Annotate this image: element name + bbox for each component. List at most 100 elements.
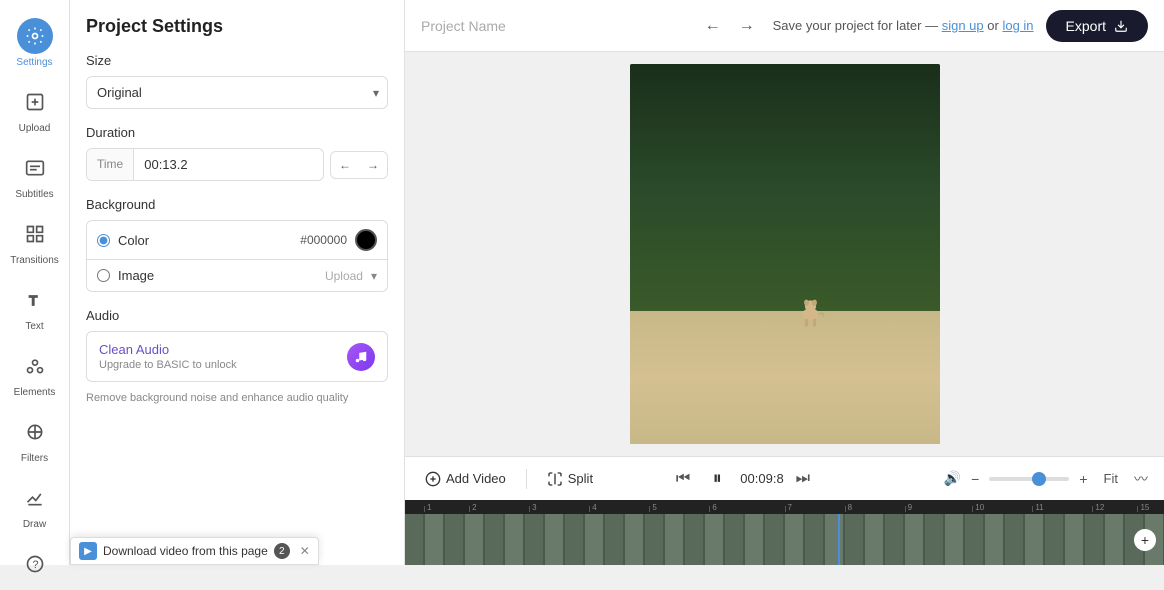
zoom-slider[interactable] bbox=[989, 477, 1069, 481]
bg-image-radio[interactable] bbox=[97, 269, 110, 282]
video-clip[interactable] bbox=[405, 514, 1164, 565]
sidebar-draw-label: Draw bbox=[23, 519, 46, 530]
timeline-add-button[interactable]: + bbox=[1134, 529, 1156, 551]
settings-icon-circle bbox=[17, 18, 53, 54]
download-text: Download video from this page bbox=[103, 544, 268, 558]
clean-audio-icon bbox=[347, 343, 375, 371]
audio-subtitle: Upgrade to BASIC to unlock bbox=[99, 359, 337, 371]
audio-clean-panel[interactable]: Clean Audio Upgrade to BASIC to unlock bbox=[86, 331, 388, 382]
add-video-button[interactable]: Add Video bbox=[417, 467, 514, 491]
duration-label: Duration bbox=[86, 125, 388, 140]
skip-forward-button[interactable]: ⏭ bbox=[792, 466, 814, 492]
duration-arrows: ← → bbox=[330, 151, 388, 179]
undo-redo-group: ← → bbox=[699, 11, 761, 41]
split-button[interactable]: Split bbox=[539, 467, 601, 491]
duration-plus-button[interactable]: → bbox=[359, 152, 387, 178]
download-number-badge: 2 bbox=[274, 543, 290, 559]
top-bar: Project Name ← → Save your project for l… bbox=[405, 0, 1164, 52]
sidebar-item-text[interactable]: T Text bbox=[0, 274, 69, 340]
playback-controls: ⏮ ⏸ 00:09:8 ⏭ bbox=[672, 464, 814, 494]
time-label: Time bbox=[87, 149, 134, 180]
elements-icon-circle bbox=[17, 348, 53, 384]
sidebar-settings-label: Settings bbox=[16, 57, 52, 68]
draw-icon-circle bbox=[17, 480, 53, 516]
bg-upload-button[interactable]: Upload bbox=[325, 269, 363, 283]
sidebar: Settings Upload Subtitles bbox=[0, 0, 70, 565]
log-in-link[interactable]: log in bbox=[1002, 18, 1033, 33]
ruler-marks: 1 2 3 4 5 6 7 8 9 10 11 12 15 bbox=[409, 500, 1160, 514]
timeline-ruler: 1 2 3 4 5 6 7 8 9 10 11 12 15 bbox=[405, 500, 1164, 514]
size-select[interactable]: Original 16:9 9:16 1:1 bbox=[87, 77, 387, 108]
add-video-label: Add Video bbox=[446, 471, 506, 486]
sidebar-text-label: Text bbox=[25, 321, 43, 332]
time-value: 00:13.2 bbox=[134, 149, 197, 180]
volume-icon[interactable]: 🔊 bbox=[944, 470, 961, 487]
audio-title: Clean Audio bbox=[99, 342, 337, 357]
bg-image-label: Image bbox=[118, 268, 154, 283]
timeline-track[interactable]: + bbox=[405, 514, 1164, 565]
help-icon-circle: ? bbox=[17, 546, 53, 582]
settings-title: Project Settings bbox=[86, 16, 388, 37]
export-button[interactable]: Export bbox=[1046, 10, 1148, 42]
download-close-button[interactable]: ✕ bbox=[300, 544, 310, 558]
sidebar-subtitles-label: Subtitles bbox=[15, 189, 53, 200]
sidebar-item-filters[interactable]: Filters bbox=[0, 406, 69, 472]
settings-panel: Project Settings Size Original 16:9 9:16… bbox=[70, 0, 405, 565]
sidebar-transitions-label: Transitions bbox=[10, 255, 59, 266]
sidebar-elements-label: Elements bbox=[14, 387, 56, 398]
color-swatch[interactable] bbox=[355, 229, 377, 251]
sidebar-item-settings[interactable]: Settings bbox=[0, 10, 69, 76]
size-select-wrapper[interactable]: Original 16:9 9:16 1:1 ▾ bbox=[86, 76, 388, 109]
audio-info: Clean Audio Upgrade to BASIC to unlock bbox=[99, 342, 337, 371]
sidebar-item-help[interactable]: ? bbox=[0, 538, 69, 590]
timecode-display: 00:09:8 bbox=[740, 471, 783, 486]
road-layer bbox=[630, 311, 940, 444]
canvas-area bbox=[405, 52, 1164, 456]
trees-layer bbox=[630, 64, 940, 311]
video-preview bbox=[630, 64, 940, 444]
bg-noise-description: Remove background noise and enhance audi… bbox=[86, 392, 388, 404]
size-section: Size Original 16:9 9:16 1:1 ▾ bbox=[86, 53, 388, 109]
split-icon bbox=[547, 471, 563, 487]
zoom-controls: 🔊 − + Fit 〰 bbox=[944, 465, 1152, 493]
undo-button[interactable]: ← bbox=[699, 11, 727, 41]
split-label: Split bbox=[568, 471, 593, 486]
sidebar-item-transitions[interactable]: Transitions bbox=[0, 208, 69, 274]
svg-text:T: T bbox=[29, 293, 37, 308]
sign-up-link[interactable]: sign up bbox=[942, 18, 984, 33]
redo-button[interactable]: → bbox=[733, 11, 761, 41]
audio-label: Audio bbox=[86, 308, 388, 323]
fit-button[interactable]: Fit bbox=[1098, 467, 1124, 490]
zoom-in-button[interactable]: + bbox=[1075, 467, 1091, 491]
duration-input: Time 00:13.2 bbox=[86, 148, 324, 181]
upload-icon-circle bbox=[17, 84, 53, 120]
bg-image-option[interactable]: Image Upload ▾ bbox=[87, 260, 387, 291]
duration-minus-button[interactable]: ← bbox=[331, 152, 359, 178]
sidebar-item-upload[interactable]: Upload bbox=[0, 76, 69, 142]
sidebar-item-elements[interactable]: Elements bbox=[0, 340, 69, 406]
bg-options: Color #000000 Image Upload ▾ bbox=[86, 220, 388, 292]
zoom-out-button[interactable]: − bbox=[967, 467, 983, 491]
timeline-area: 1 2 3 4 5 6 7 8 9 10 11 12 15 + bbox=[405, 500, 1164, 565]
bg-color-label: Color bbox=[118, 233, 149, 248]
sidebar-item-subtitles[interactable]: Subtitles bbox=[0, 142, 69, 208]
color-hash-value: #000000 bbox=[300, 233, 347, 247]
project-name-field[interactable]: Project Name bbox=[421, 18, 687, 34]
transitions-icon-circle bbox=[17, 216, 53, 252]
svg-text:?: ? bbox=[32, 559, 38, 571]
sidebar-upload-label: Upload bbox=[19, 123, 51, 134]
duration-row: Time 00:13.2 ← → bbox=[86, 148, 388, 181]
text-icon-circle: T bbox=[17, 282, 53, 318]
play-pause-button[interactable]: ⏸ bbox=[702, 464, 732, 494]
filters-icon-circle bbox=[17, 414, 53, 450]
divider-1 bbox=[526, 469, 527, 489]
subtitles-icon-circle bbox=[17, 150, 53, 186]
dog-figure bbox=[793, 290, 828, 330]
sidebar-filters-label: Filters bbox=[21, 453, 48, 464]
sidebar-item-draw[interactable]: Draw bbox=[0, 472, 69, 538]
timeline-playhead[interactable] bbox=[838, 514, 840, 565]
waveform-button[interactable]: 〰 bbox=[1130, 465, 1152, 493]
bg-color-radio[interactable] bbox=[97, 234, 110, 247]
skip-back-button[interactable]: ⏮ bbox=[672, 466, 694, 492]
bg-color-option[interactable]: Color #000000 bbox=[87, 221, 387, 260]
